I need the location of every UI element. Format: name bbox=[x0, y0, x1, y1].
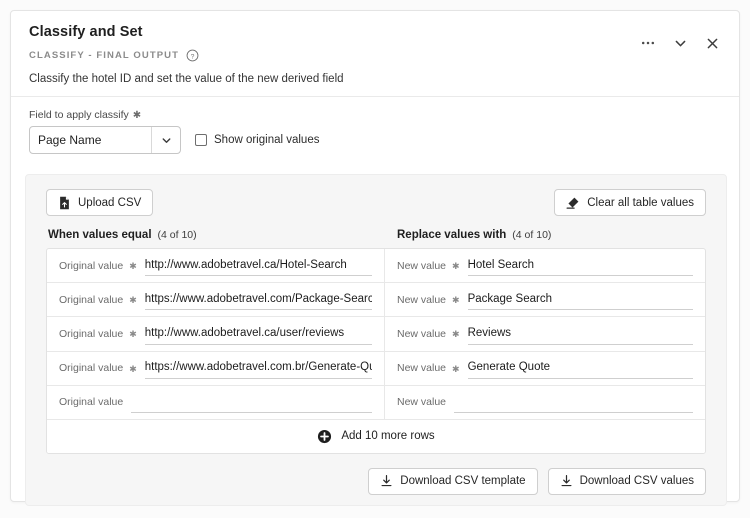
replace-values-with-label: Replace values with bbox=[397, 229, 506, 241]
new-value-cell: New value ✱ Package Search bbox=[385, 283, 705, 316]
collapse-button[interactable] bbox=[667, 31, 693, 55]
table-row: Original value ✱ https://www.adobetravel.c… bbox=[47, 283, 705, 317]
card-header: Classify and Set CLASSIFY - FINAL OUTPUT… bbox=[11, 11, 739, 97]
chevron-down-icon bbox=[673, 36, 688, 51]
add-more-rows-button[interactable]: Add 10 more rows bbox=[47, 420, 705, 453]
help-circle-icon[interactable]: ? bbox=[186, 49, 199, 62]
card-eyebrow-row: CLASSIFY - FINAL OUTPUT ? bbox=[29, 49, 721, 62]
add-more-rows-label: Add 10 more rows bbox=[341, 430, 434, 442]
original-value-label: Original value bbox=[59, 260, 123, 272]
new-value-input[interactable] bbox=[454, 392, 693, 413]
new-value-cell: New value ✱ Generate Quote bbox=[385, 352, 705, 385]
table-row: Original value ✱ https://www.adobetravel.c… bbox=[47, 352, 705, 386]
new-value-input[interactable]: Generate Quote bbox=[468, 358, 693, 379]
original-value-cell: Original value ✱ https://www.adobetravel.c… bbox=[47, 283, 385, 316]
upload-csv-label: Upload CSV bbox=[78, 197, 141, 209]
when-values-equal-count: (4 of 10) bbox=[158, 229, 197, 241]
download-csv-template-button[interactable]: Download CSV template bbox=[368, 468, 537, 495]
original-value-input[interactable]: http://www.adobetravel.ca/user/reviews bbox=[145, 323, 372, 344]
mapping-table-panel: Upload CSV Clear all table values When v… bbox=[25, 174, 727, 506]
field-label: Field to apply classify bbox=[29, 109, 129, 121]
card-description: Classify the hotel ID and set the value … bbox=[29, 73, 721, 87]
show-original-values-checkbox[interactable]: Show original values bbox=[195, 134, 319, 146]
original-value-cell: Original value ✱ http://www.adobetravel.ca… bbox=[47, 249, 385, 282]
required-marker: ✱ bbox=[452, 295, 460, 306]
original-value-label: Original value bbox=[59, 328, 123, 340]
chevron-down-icon bbox=[151, 127, 180, 153]
close-button[interactable] bbox=[699, 31, 725, 55]
clear-all-table-values-label: Clear all table values bbox=[587, 197, 694, 209]
card-eyebrow: CLASSIFY - FINAL OUTPUT bbox=[29, 50, 179, 61]
new-value-input[interactable]: Reviews bbox=[468, 323, 693, 344]
plus-circle-icon bbox=[317, 429, 332, 444]
upload-csv-button[interactable]: Upload CSV bbox=[46, 189, 153, 216]
field-controls: Page Name Show original values bbox=[29, 126, 721, 154]
original-value-cell: Original value ✱ http://www.adobetravel.ca… bbox=[47, 317, 385, 350]
panel-toolbar: Upload CSV Clear all table values bbox=[46, 189, 706, 216]
required-marker: ✱ bbox=[129, 261, 137, 272]
mapping-table: Original value ✱ http://www.adobetravel.ca… bbox=[46, 248, 706, 454]
original-value-input[interactable] bbox=[131, 392, 372, 413]
download-csv-values-button[interactable]: Download CSV values bbox=[548, 468, 706, 495]
svg-text:?: ? bbox=[191, 53, 195, 60]
eraser-icon bbox=[566, 196, 580, 210]
required-marker: ✱ bbox=[452, 329, 460, 340]
required-marker: ✱ bbox=[129, 364, 137, 375]
required-marker: ✱ bbox=[129, 329, 137, 340]
ellipsis-icon bbox=[640, 35, 656, 51]
panel-footer: Download CSV template Download CSV value… bbox=[46, 468, 706, 495]
required-marker: ✱ bbox=[452, 364, 460, 375]
required-marker: ✱ bbox=[129, 295, 137, 306]
required-marker: ✱ bbox=[452, 261, 460, 272]
original-value-label: Original value bbox=[59, 396, 123, 408]
header-actions bbox=[635, 31, 725, 55]
file-upload-icon bbox=[58, 196, 71, 210]
download-icon bbox=[560, 474, 573, 488]
select-value: Page Name bbox=[30, 133, 151, 147]
new-value-input[interactable]: Hotel Search bbox=[468, 255, 693, 276]
field-label-row: Field to apply classify ✱ bbox=[29, 109, 721, 121]
table-row: Original value ✱ http://www.adobetravel.ca… bbox=[47, 249, 705, 283]
replace-values-with-count: (4 of 10) bbox=[512, 229, 551, 241]
new-value-label: New value bbox=[397, 396, 446, 408]
download-csv-template-label: Download CSV template bbox=[400, 475, 525, 487]
app-root: Classify and Set CLASSIFY - FINAL OUTPUT… bbox=[0, 0, 750, 518]
page-title: Classify and Set bbox=[29, 25, 721, 41]
new-value-label: New value bbox=[397, 362, 446, 374]
original-value-input[interactable]: https://www.adobetravel.com.br/Generate-… bbox=[145, 358, 372, 379]
clear-all-table-values-button[interactable]: Clear all table values bbox=[554, 189, 706, 216]
new-value-cell: New value ✱ Hotel Search bbox=[385, 249, 705, 282]
table-column-headers: When values equal (4 of 10) Replace valu… bbox=[46, 229, 706, 241]
classify-and-set-card: Classify and Set CLASSIFY - FINAL OUTPUT… bbox=[10, 10, 740, 502]
required-marker: ✱ bbox=[133, 111, 141, 121]
checkbox-box-icon bbox=[195, 134, 207, 146]
more-options-button[interactable] bbox=[635, 31, 661, 55]
original-value-label: Original value bbox=[59, 294, 123, 306]
original-value-input[interactable]: http://www.adobetravel.ca/Hotel-Search bbox=[145, 255, 372, 276]
original-value-cell: Original value ✱ https://www.adobetravel.c… bbox=[47, 352, 385, 385]
new-value-label: New value bbox=[397, 260, 446, 272]
table-row: Original value New value bbox=[47, 386, 705, 420]
close-icon bbox=[705, 36, 720, 51]
new-value-label: New value bbox=[397, 328, 446, 340]
new-value-input[interactable]: Package Search bbox=[468, 289, 693, 310]
checkbox-label: Show original values bbox=[214, 134, 319, 146]
field-to-apply-classify-select[interactable]: Page Name bbox=[29, 126, 181, 154]
download-icon bbox=[380, 474, 393, 488]
when-values-equal-header: When values equal (4 of 10) bbox=[48, 229, 397, 241]
original-value-input[interactable]: https://www.adobetravel.com/Package-Sear… bbox=[145, 289, 372, 310]
field-selector-area: Field to apply classify ✱ Page Name Show… bbox=[11, 97, 739, 154]
original-value-label: Original value bbox=[59, 362, 123, 374]
original-value-cell: Original value bbox=[47, 386, 385, 419]
download-csv-values-label: Download CSV values bbox=[580, 475, 694, 487]
replace-values-with-header: Replace values with (4 of 10) bbox=[397, 229, 551, 241]
new-value-label: New value bbox=[397, 294, 446, 306]
table-row: Original value ✱ http://www.adobetravel.ca… bbox=[47, 317, 705, 351]
new-value-cell: New value bbox=[385, 386, 705, 419]
new-value-cell: New value ✱ Reviews bbox=[385, 317, 705, 350]
when-values-equal-label: When values equal bbox=[48, 229, 152, 241]
